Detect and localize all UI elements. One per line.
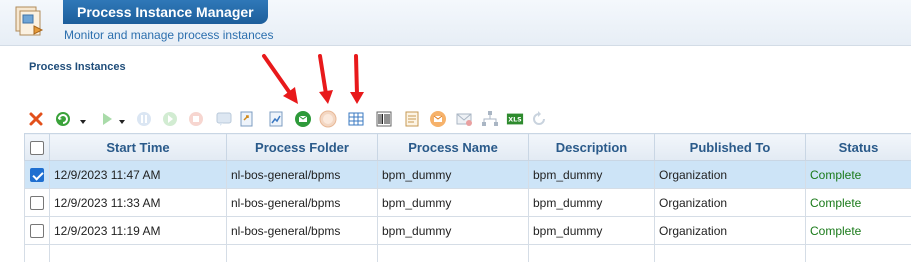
resume-icon[interactable] [161,110,179,128]
cell-description: bpm_dummy [528,160,655,189]
cell-start-time: 12/9/2023 11:33 AM [49,188,227,217]
page-subtitle: Monitor and manage process instances [64,28,274,42]
cell-start-time: 12/9/2023 11:47 AM [49,160,227,189]
email-gray-icon[interactable] [455,110,473,128]
process-instances-table: Start Time Process Folder Process Name D… [24,133,911,262]
cell-process-name: bpm_dummy [377,216,529,245]
barcode-icon[interactable] [375,110,393,128]
column-start-time[interactable]: Start Time [49,133,227,161]
annotation-arrow-1 [262,54,298,104]
page-title: Process Instance Manager [77,4,254,20]
cell-process-name: bpm_dummy [377,188,529,217]
cell-process-folder: nl-bos-general/bpms [226,216,378,245]
select-all-checkbox[interactable] [24,133,50,161]
column-status[interactable]: Status [805,133,911,161]
comment-icon[interactable] [215,110,233,128]
cell-published-to: Organization [654,160,806,189]
column-process-folder[interactable]: Process Folder [226,133,378,161]
row-checkbox[interactable] [24,188,50,217]
column-process-name[interactable]: Process Name [377,133,529,161]
pause-icon[interactable] [135,110,153,128]
table-row[interactable]: 12/9/2023 11:19 AM nl-bos-general/bpms b… [24,216,911,245]
cell-description: bpm_dummy [528,216,655,245]
column-published-to[interactable]: Published To [654,133,806,161]
cell-published-to: Organization [654,188,806,217]
cell-status: Complete [805,188,911,217]
table-row[interactable]: 12/9/2023 11:47 AM nl-bos-general/bpms b… [24,160,911,189]
details-grid-icon[interactable] [347,110,365,128]
email-disabled-icon[interactable] [319,110,337,128]
cell-status: Complete [805,216,911,245]
email-orange-icon[interactable] [429,110,447,128]
table-header-row: Start Time Process Folder Process Name D… [24,133,911,161]
cell-published-to: Organization [654,216,806,245]
cell-start-time: 12/9/2023 11:19 AM [49,216,227,245]
process-manager-icon [14,4,48,40]
report-icon[interactable] [267,110,285,128]
annotation-arrow-2 [318,54,333,104]
document-icon[interactable] [403,110,421,128]
excel-icon-label: XLS [508,117,522,124]
cell-process-folder: nl-bos-general/bpms [226,188,378,217]
refresh-dropdown-caret[interactable] [80,120,86,124]
hierarchy-icon[interactable] [481,110,499,128]
stop-icon[interactable] [187,110,205,128]
email-green-icon[interactable] [294,110,312,128]
toolbar: XLS [22,108,545,132]
cell-status: Complete [805,160,911,189]
column-description[interactable]: Description [528,133,655,161]
title-tab: Process Instance Manager [63,0,268,24]
play-dropdown-caret[interactable] [119,120,125,124]
cell-process-name: bpm_dummy [377,160,529,189]
row-checkbox[interactable] [24,160,50,189]
play-icon[interactable] [98,110,116,128]
section-title: Process Instances [29,61,126,73]
row-checkbox[interactable] [24,216,50,245]
table-row-empty [24,244,911,262]
cell-process-folder: nl-bos-general/bpms [226,160,378,189]
excel-icon[interactable]: XLS [505,110,525,128]
export-icon[interactable] [238,110,256,128]
cell-description: bpm_dummy [528,188,655,217]
app-header: Process Instance Manager Monitor and man… [0,0,911,46]
annotation-arrow-3 [350,54,364,104]
refresh-icon[interactable] [54,110,72,128]
delete-icon[interactable] [27,110,45,128]
reload-icon[interactable] [530,110,548,128]
table-row[interactable]: 12/9/2023 11:33 AM nl-bos-general/bpms b… [24,188,911,217]
